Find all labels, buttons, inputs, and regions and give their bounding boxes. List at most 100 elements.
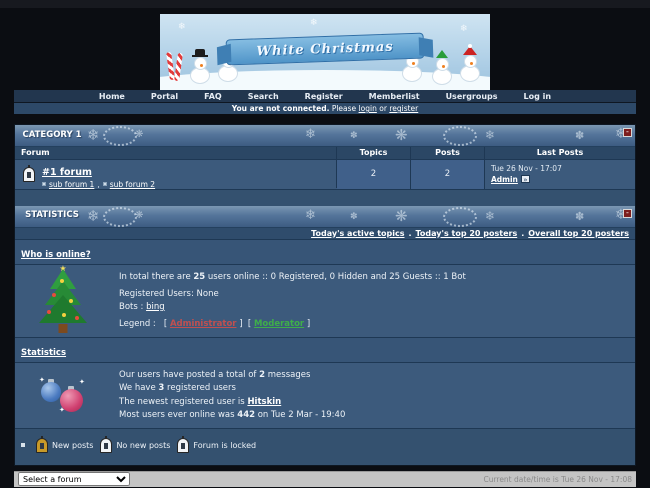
top-posters-today-link[interactable]: Today's top 20 posters [416,229,518,238]
nav-usergroups[interactable]: Usergroups [446,92,498,101]
legend-line: Legend : [ Administrator ] [ Moderator ] [119,318,627,331]
legend-label: Legend : [119,319,156,329]
forum-jump-select[interactable]: Select a forum [18,472,130,486]
snowflake-icon: ❄ [305,127,316,142]
snowman-illustration [432,50,452,85]
bots-label: Bots : [119,302,143,312]
forum-status-icon [23,167,35,182]
login-link[interactable]: login [359,104,377,113]
christmas-tree-icon: ★ [35,269,91,333]
connection-conjunction: or [379,104,387,113]
newest-pre: The newest registered user is [119,397,247,407]
ornament-icon [69,299,73,303]
snowflake-icon: ❄ [460,24,468,34]
snowman-illustration [460,46,480,82]
record-count: 442 [237,410,255,420]
sparkle-icon: ✦ [39,376,45,384]
statistics-block-title-row: Statistics [15,338,635,363]
forum-table-header: Forum Topics Posts Last Posts [15,147,635,160]
messages-post: messages [265,370,310,380]
bracket: ] [239,319,242,329]
header-banner: ❄ ❄ ❄ White Christmas [160,14,490,90]
legend-bullet-icon [21,443,25,447]
wreath-icon [443,126,477,146]
bot-link[interactable]: bing [146,302,165,312]
green-hat-icon [436,50,448,58]
moderator-legend-link[interactable]: Moderator [254,319,304,329]
statistics-header: Statistics ❄ ❋ ❄ ✽ ❋ ❄ ✽ ❄ - [15,206,635,228]
last-post-author-link[interactable]: Admin [491,175,518,184]
statistics-block-link[interactable]: Statistics [21,348,66,358]
forum-row: #1 forum sub forum 1 , sub forum 2 2 2 T… [15,160,635,190]
snowflake-icon: ❋ [395,126,408,144]
newest-member-line: The newest registered user is Hitskin [119,396,627,409]
who-is-online-link[interactable]: Who is online? [21,250,91,260]
bots-line: Bots : bing [119,301,627,314]
link-separator: . [408,229,411,238]
nav-home[interactable]: Home [99,92,125,101]
who-is-online-content: ★ In total there are 25 users online :: … [15,265,635,339]
nav-search[interactable]: Search [248,92,279,101]
members-line: We have 3 registered users [119,382,627,395]
statistics-links-row: Today's active topics . Today's top 20 p… [15,228,635,240]
messages-line: Our users have posted a total of 2 messa… [119,369,627,382]
subforum-link-1[interactable]: sub forum 1 [49,180,94,189]
statistics-text: Our users have posted a total of 2 messa… [111,363,635,428]
subforum-line: sub forum 1 , sub forum 2 [42,180,155,189]
subforum-link-2[interactable]: sub forum 2 [110,180,155,189]
subforum-separator: , [97,180,99,189]
nav-register[interactable]: Register [305,92,343,101]
collapse-category-button[interactable]: - [623,128,632,137]
no-new-posts-icon [100,438,112,453]
bracket: [ [164,319,167,329]
snowman-head [464,55,477,68]
ornament-icon [62,313,66,317]
goto-last-post-icon[interactable] [521,175,530,183]
connection-prompt: Please [332,104,356,113]
nav-faq[interactable]: FAQ [204,92,222,101]
subforum-bullet-icon [42,182,46,186]
register-link[interactable]: register [389,104,418,113]
column-topics: Topics [337,147,411,159]
statistics-icon-cell: ✦ ✦ ✦ [15,363,111,428]
snowflake-icon: ❋ [395,207,408,225]
banner-ribbon: White Christmas [226,33,425,66]
record-post: on Tue 2 Mar - 19:40 [255,410,345,420]
connection-status-bar: You are not connected. Please login or r… [14,102,636,114]
nav-portal[interactable]: Portal [151,92,178,101]
forum-link[interactable]: #1 forum [42,167,92,178]
nav-login[interactable]: Log in [524,92,552,101]
snowflake-icon: ❄ [87,126,100,144]
newest-member-link[interactable]: Hitskin [247,397,281,407]
snowflake-icon: ✽ [575,210,584,223]
snowflake-icon: ❄ [305,208,316,223]
statistics-block-content: ✦ ✦ ✦ Our users have posted a total of 2… [15,363,635,429]
top-strip [0,0,650,8]
category-title: Category 1 [21,131,83,141]
snowman-illustration [190,49,210,84]
category-header: Category 1 ❄ ❋ ❄ ✽ ❋ ❄ ✽ ❄ - [15,125,635,147]
messages-pre: Our users have posted a total of [119,370,259,380]
topics-count-cell: 2 [337,160,411,189]
tree-layer [39,295,87,323]
collapse-statistics-button[interactable]: - [623,209,632,218]
red-bauble [60,389,83,412]
sparkle-icon: ✦ [79,378,85,386]
snowman-head [194,57,207,70]
active-topics-link[interactable]: Today's active topics [311,229,404,238]
top-posters-overall-link[interactable]: Overall top 20 posters [528,229,629,238]
ornament-icon [52,293,56,297]
nav-memberlist[interactable]: Memberlist [369,92,420,101]
top-hat-icon [195,49,205,57]
online-total-pre: In total there are [119,272,193,282]
forum-locked-icon [177,438,189,453]
wreath-icon [103,207,137,227]
tree-trunk [59,324,68,333]
ornament-icon [47,310,51,314]
administrator-legend-link[interactable]: Administrator [170,319,237,329]
main-nav: Home Portal FAQ Search Register Memberli… [14,90,636,102]
spacer [14,114,636,124]
record-online-line: Most users ever online was 442 on Tue 2 … [119,409,627,422]
last-post-author-line: Admin [491,174,629,185]
who-is-online-icon-cell: ★ [15,265,111,338]
